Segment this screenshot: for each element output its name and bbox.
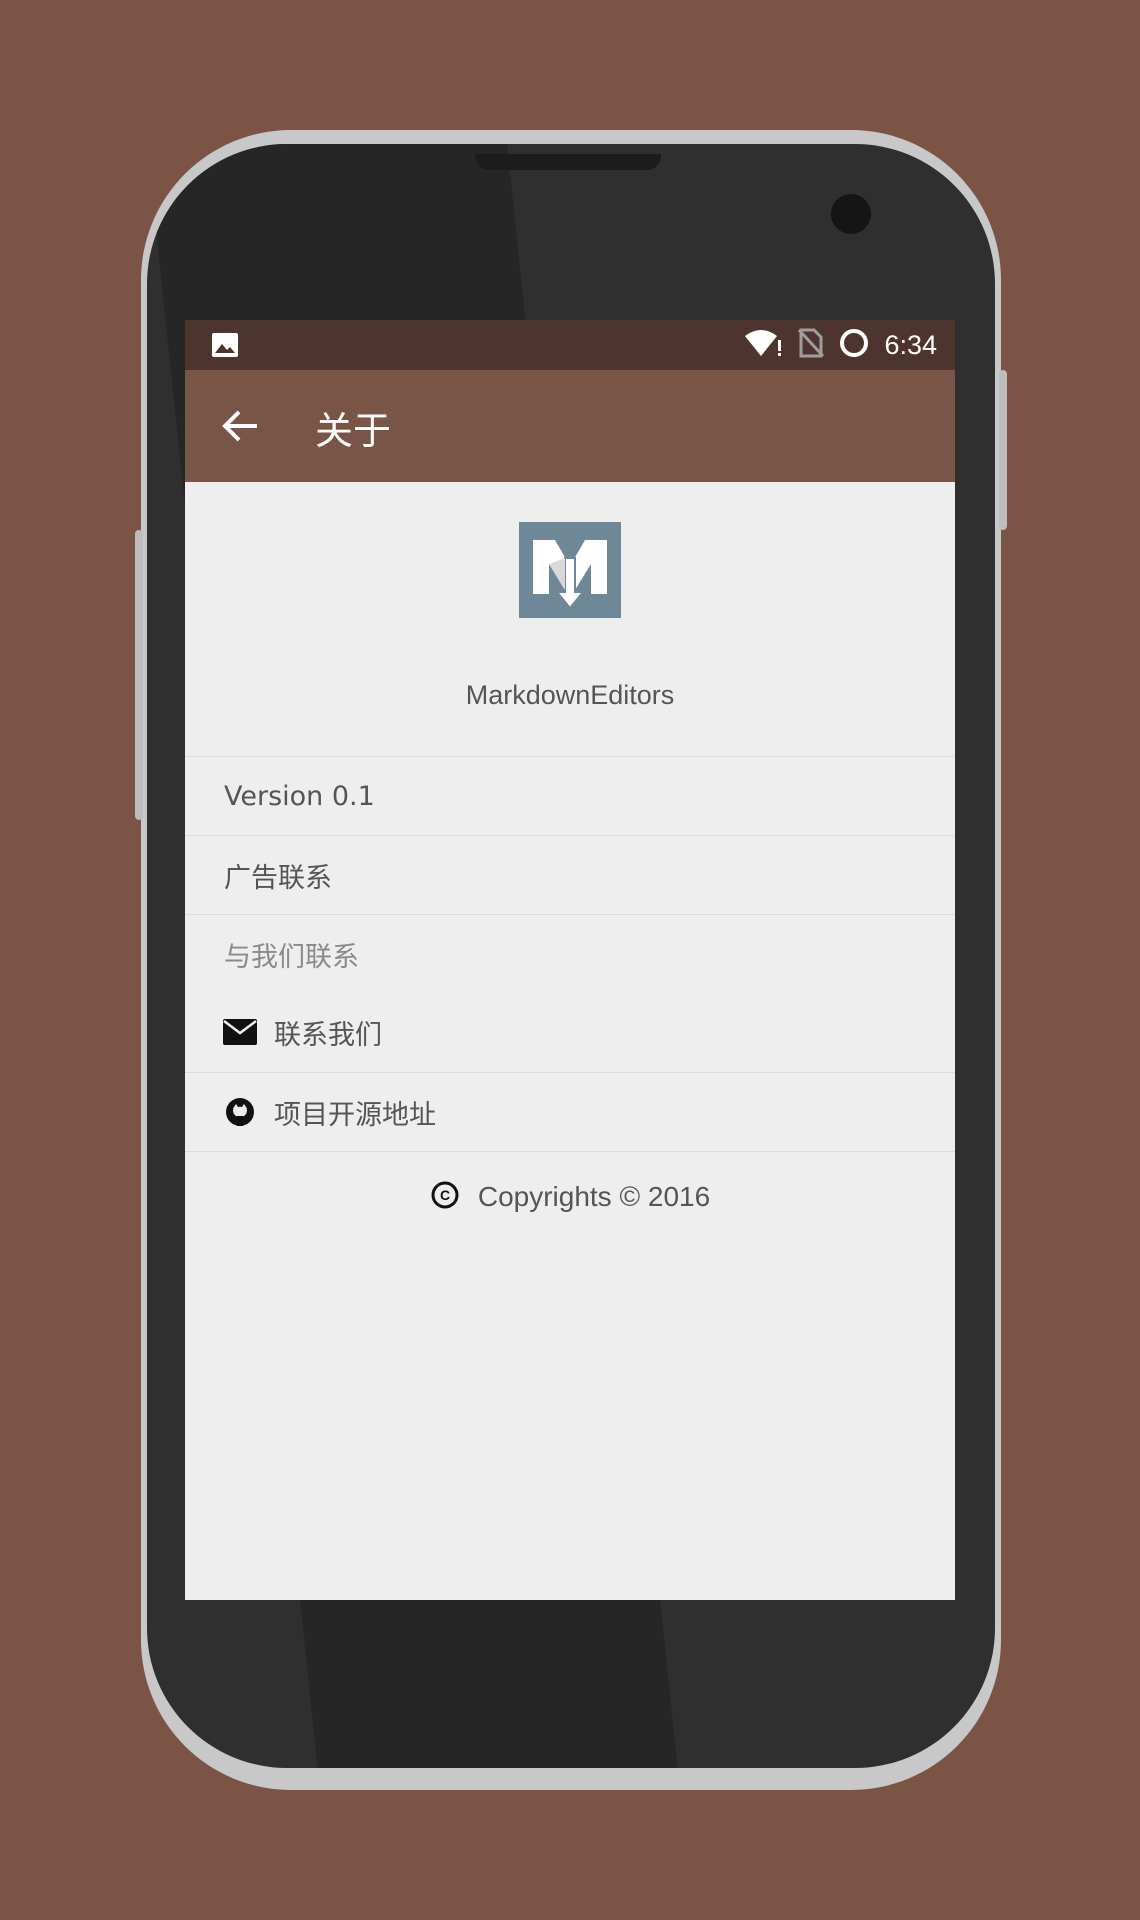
arrow-back-icon[interactable] (221, 406, 261, 446)
project-source-text: 项目开源地址 (274, 1099, 436, 1131)
copyright-icon: C (430, 1180, 460, 1214)
no-sim-icon (798, 328, 825, 362)
version-text: Version 0.1 (224, 780, 375, 812)
status-time: 6:34 (884, 329, 937, 360)
version-row: Version 0.1 (185, 756, 955, 835)
app-toolbar: 关于 (185, 370, 955, 482)
status-bar: 6:34 (185, 320, 955, 370)
sync-circle-icon (838, 327, 870, 363)
phone-side-button-right (999, 370, 1007, 530)
app-name: MarkdownEditors (465, 680, 675, 710)
copyright-text: Copyrights © 2016 (477, 1181, 711, 1212)
phone-speaker (475, 154, 661, 170)
status-bar-right: 6:34 (744, 320, 937, 370)
ads-contact-text: 广告联系 (224, 862, 332, 894)
ads-contact-row[interactable]: 广告联系 (185, 835, 955, 914)
image-notification-icon (211, 332, 239, 362)
github-icon (223, 1095, 257, 1129)
project-source-row[interactable]: 项目开源地址 (185, 1072, 955, 1151)
phone-side-button-left (135, 530, 143, 820)
copyright-footer: C Copyrights © 2016 (185, 1172, 955, 1222)
markdown-logo-icon (519, 522, 621, 618)
page-title: 关于 (315, 409, 392, 453)
contact-us-text: 联系我们 (274, 1019, 382, 1051)
wifi-icon (744, 328, 784, 362)
contact-section-header: 与我们联系 (185, 914, 955, 993)
app-screen: 6:34 关于 MarkdownEditors Version 0.1 广告联系… (185, 320, 955, 1600)
contact-us-row[interactable]: 联系我们 (185, 993, 955, 1071)
phone-camera (831, 194, 871, 234)
divider (185, 1151, 955, 1153)
envelope-icon (223, 1015, 257, 1049)
svg-text:C: C (440, 1187, 450, 1203)
contact-header-text: 与我们联系 (224, 941, 359, 973)
